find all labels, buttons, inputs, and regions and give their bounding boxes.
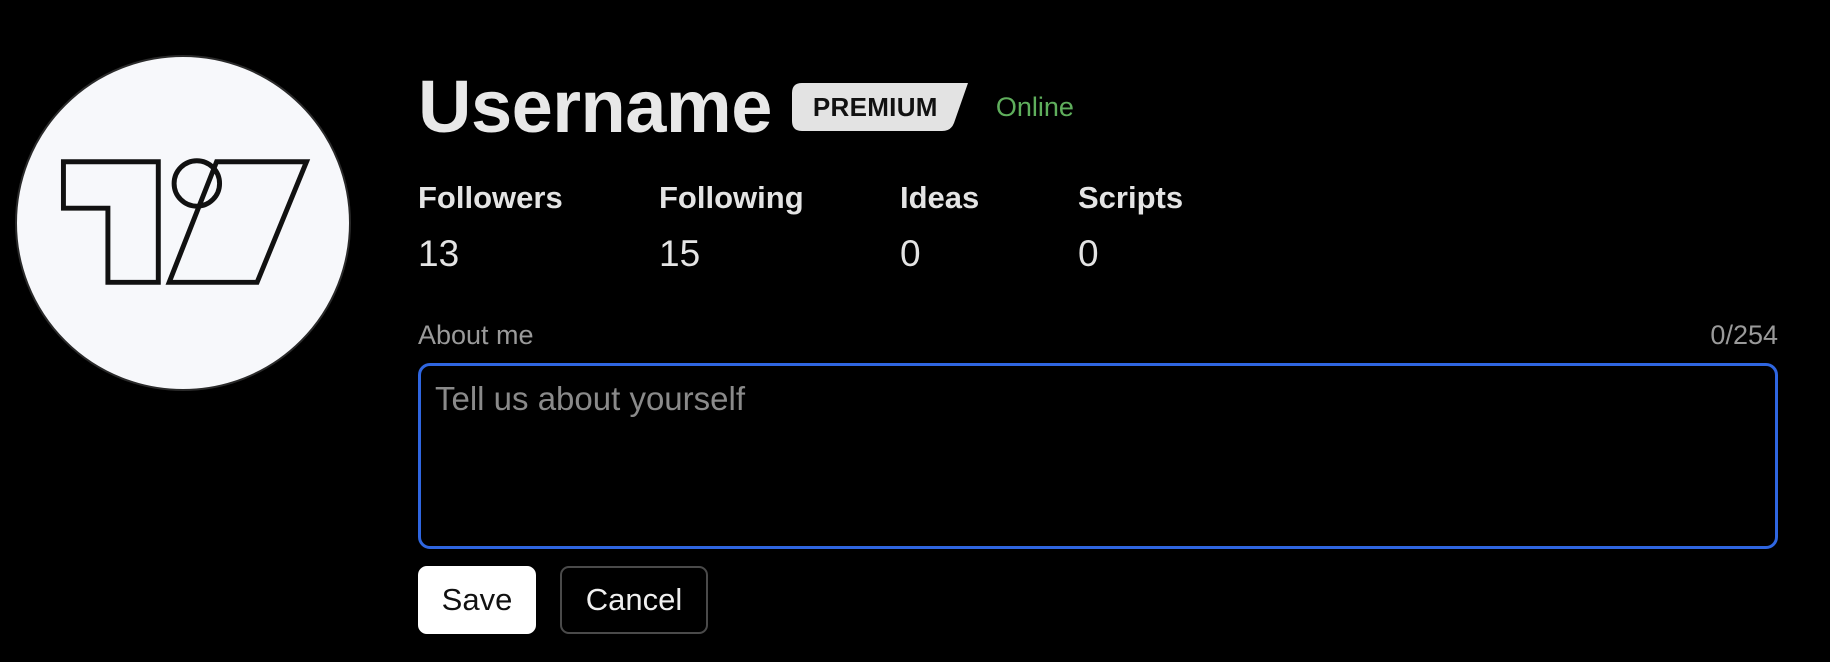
about-label: About me <box>418 320 534 350</box>
form-actions: Save Cancel <box>418 566 708 634</box>
avatar[interactable] <box>15 55 351 391</box>
profile-stats: Followers 13 Following 15 Ideas 0 Script… <box>418 182 1238 272</box>
stat-label: Scripts <box>1078 180 1184 215</box>
stat-ideas[interactable]: Ideas 0 <box>900 182 1078 272</box>
about-field-wrapper <box>418 363 1778 549</box>
stat-value: 0 <box>900 233 921 274</box>
stat-label: Followers <box>418 180 563 215</box>
stat-label: Ideas <box>900 180 980 215</box>
tradingview-logo-icon <box>60 158 311 285</box>
about-header: About me 0/254 <box>418 320 1778 351</box>
stat-value: 13 <box>418 233 460 274</box>
save-button[interactable]: Save <box>418 566 536 634</box>
premium-badge: PREMIUM <box>791 83 968 131</box>
profile-page: Username PREMIUM Online Followers 13 Fol… <box>0 0 1830 662</box>
stat-value: 15 <box>659 233 701 274</box>
premium-badge-label: PREMIUM <box>812 91 938 122</box>
stat-scripts[interactable]: Scripts 0 <box>1078 182 1238 272</box>
stat-value: 0 <box>1078 233 1099 274</box>
character-counter: 0/254 <box>1710 320 1778 350</box>
cancel-button[interactable]: Cancel <box>560 566 708 634</box>
online-status: Online <box>995 91 1074 122</box>
stat-followers[interactable]: Followers 13 <box>418 182 659 272</box>
username: Username <box>418 65 772 148</box>
stat-label: Following <box>659 180 804 215</box>
stat-following[interactable]: Following 15 <box>659 182 900 272</box>
about-me-textarea[interactable] <box>421 366 1775 546</box>
profile-header: Username PREMIUM Online <box>418 62 1074 152</box>
